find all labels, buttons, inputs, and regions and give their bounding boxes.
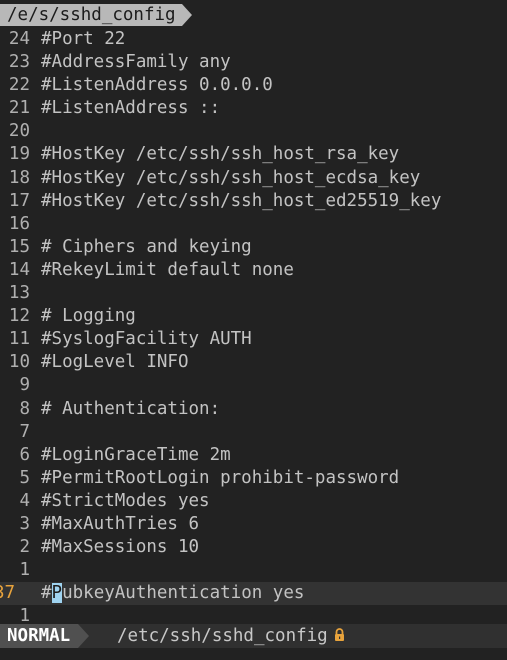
buffer-line[interactable]: 18 #HostKey /etc/ssh/ssh_host_ecdsa_key: [0, 167, 507, 190]
line-text: #SyslogFacility AUTH: [41, 329, 252, 350]
line-text: # Logging: [41, 306, 136, 327]
mode-indicator: NORMAL: [0, 624, 79, 648]
buffer-line[interactable]: 12 # Logging: [0, 305, 507, 328]
line-text: #StrictModes yes: [41, 490, 210, 511]
line-number: 12: [8, 306, 30, 327]
tab-label: /e/s/sshd_config: [7, 5, 176, 25]
line-number: 10: [8, 352, 30, 373]
buffer-line[interactable]: 14 #RekeyLimit default none: [0, 259, 507, 282]
buffer-line[interactable]: 11 #SyslogFacility AUTH: [0, 328, 507, 351]
line-number: 8: [19, 398, 30, 419]
buffer-line[interactable]: 23 #AddressFamily any: [0, 51, 507, 74]
buffer-line[interactable]: 5 #PermitRootLogin prohibit-password: [0, 467, 507, 490]
editor-buffer[interactable]: 24 #Port 22 23 #AddressFamily any 22 #ListenA…: [0, 28, 507, 628]
mode-separator-arrow: [78, 624, 89, 648]
line-number: 21: [8, 98, 30, 119]
buffer-line[interactable]: 6 #LoginGraceTime 2m: [0, 444, 507, 467]
buffer-line[interactable]: 10 #LogLevel INFO: [0, 351, 507, 374]
line-text: #MaxSessions 10: [41, 537, 200, 558]
status-file-path: /etc/ssh/sshd_config: [117, 624, 345, 648]
line-number: 22: [8, 75, 30, 96]
line-number: 15: [8, 236, 30, 257]
line-number: 2: [19, 537, 30, 558]
text-before-cursor: #: [41, 583, 52, 604]
line-number: 20: [8, 121, 30, 142]
line-text: #MaxAuthTries 6: [41, 513, 200, 534]
line-number: 19: [8, 144, 30, 165]
line-text: #PubkeyAuthentication yes: [41, 583, 305, 604]
vim-editor[interactable]: /e/s/sshd_config 24 #Port 22 23 #AddressFam…: [0, 0, 507, 660]
buffer-line[interactable]: 21 #ListenAddress ::: [0, 97, 507, 120]
tab-separator-arrow: [182, 4, 192, 26]
line-number: 4: [19, 490, 30, 511]
line-text: # Ciphers and keying: [41, 236, 252, 257]
buffer-line[interactable]: 20: [0, 120, 507, 143]
tab-sshd-config[interactable]: /e/s/sshd_config: [0, 4, 182, 26]
line-number: 23: [8, 52, 30, 73]
command-line[interactable]: [0, 648, 507, 660]
buffer-line[interactable]: 22 #ListenAddress 0.0.0.0: [0, 74, 507, 97]
buffer-line[interactable]: 3 #MaxAuthTries 6: [0, 513, 507, 536]
line-number: 14: [8, 259, 30, 280]
buffer-line[interactable]: 17 #HostKey /etc/ssh/ssh_host_ed25519_key: [0, 190, 507, 213]
buffer-line[interactable]: 8 # Authentication:: [0, 398, 507, 421]
line-number: 3: [19, 513, 30, 534]
line-number: 7: [19, 421, 30, 442]
line-number: 5: [19, 467, 30, 488]
line-text: #ListenAddress 0.0.0.0: [41, 75, 273, 96]
lock-icon: [334, 628, 345, 642]
buffer-line[interactable]: 9: [0, 374, 507, 397]
line-text: #PermitRootLogin prohibit-password: [41, 467, 400, 488]
cursor: P: [51, 583, 63, 604]
line-text: #ListenAddress ::: [41, 98, 221, 119]
buffer-line[interactable]: 16: [0, 213, 507, 236]
status-line: NORMAL /etc/ssh/sshd_config: [0, 624, 507, 648]
buffer-line[interactable]: 7: [0, 421, 507, 444]
line-text: #LogLevel INFO: [41, 352, 189, 373]
buffer-line[interactable]: 1: [0, 559, 507, 582]
buffer-line[interactable]: 4 #StrictModes yes: [0, 490, 507, 513]
line-number: 24: [8, 29, 30, 49]
line-number: 9: [19, 375, 30, 396]
buffer-line[interactable]: 2 #MaxSessions 10: [0, 536, 507, 559]
line-number: 1: [19, 560, 30, 581]
line-text: #Port 22: [41, 29, 126, 49]
buffer-line[interactable]: 24 #Port 22: [0, 28, 507, 51]
line-text: #LoginGraceTime 2m: [41, 444, 231, 465]
buffer-line[interactable]: 13: [0, 282, 507, 305]
line-text: #AddressFamily any: [41, 52, 231, 73]
line-number: 18: [8, 167, 30, 188]
line-text: # Authentication:: [41, 398, 221, 419]
current-line-number: 37: [0, 583, 16, 604]
line-text: #HostKey /etc/ssh/ssh_host_ed25519_key: [41, 190, 442, 211]
current-line[interactable]: 37 #PubkeyAuthentication yes: [0, 582, 507, 606]
line-text: #HostKey /etc/ssh/ssh_host_ecdsa_key: [41, 167, 421, 188]
buffer-line[interactable]: 15 # Ciphers and keying: [0, 236, 507, 259]
tabline: /e/s/sshd_config: [0, 0, 507, 28]
line-text: #HostKey /etc/ssh/ssh_host_rsa_key: [41, 144, 400, 165]
line-number: 13: [8, 283, 30, 304]
status-file-name: /etc/ssh/sshd_config: [117, 626, 328, 646]
line-number: 6: [19, 444, 30, 465]
line-number: 16: [8, 213, 30, 234]
buffer-line[interactable]: 19 #HostKey /etc/ssh/ssh_host_rsa_key: [0, 143, 507, 166]
line-text: #RekeyLimit default none: [41, 259, 294, 280]
line-number: 11: [8, 329, 30, 350]
text-after-cursor: ubkeyAuthentication yes: [62, 583, 305, 604]
line-number: 17: [8, 190, 30, 211]
